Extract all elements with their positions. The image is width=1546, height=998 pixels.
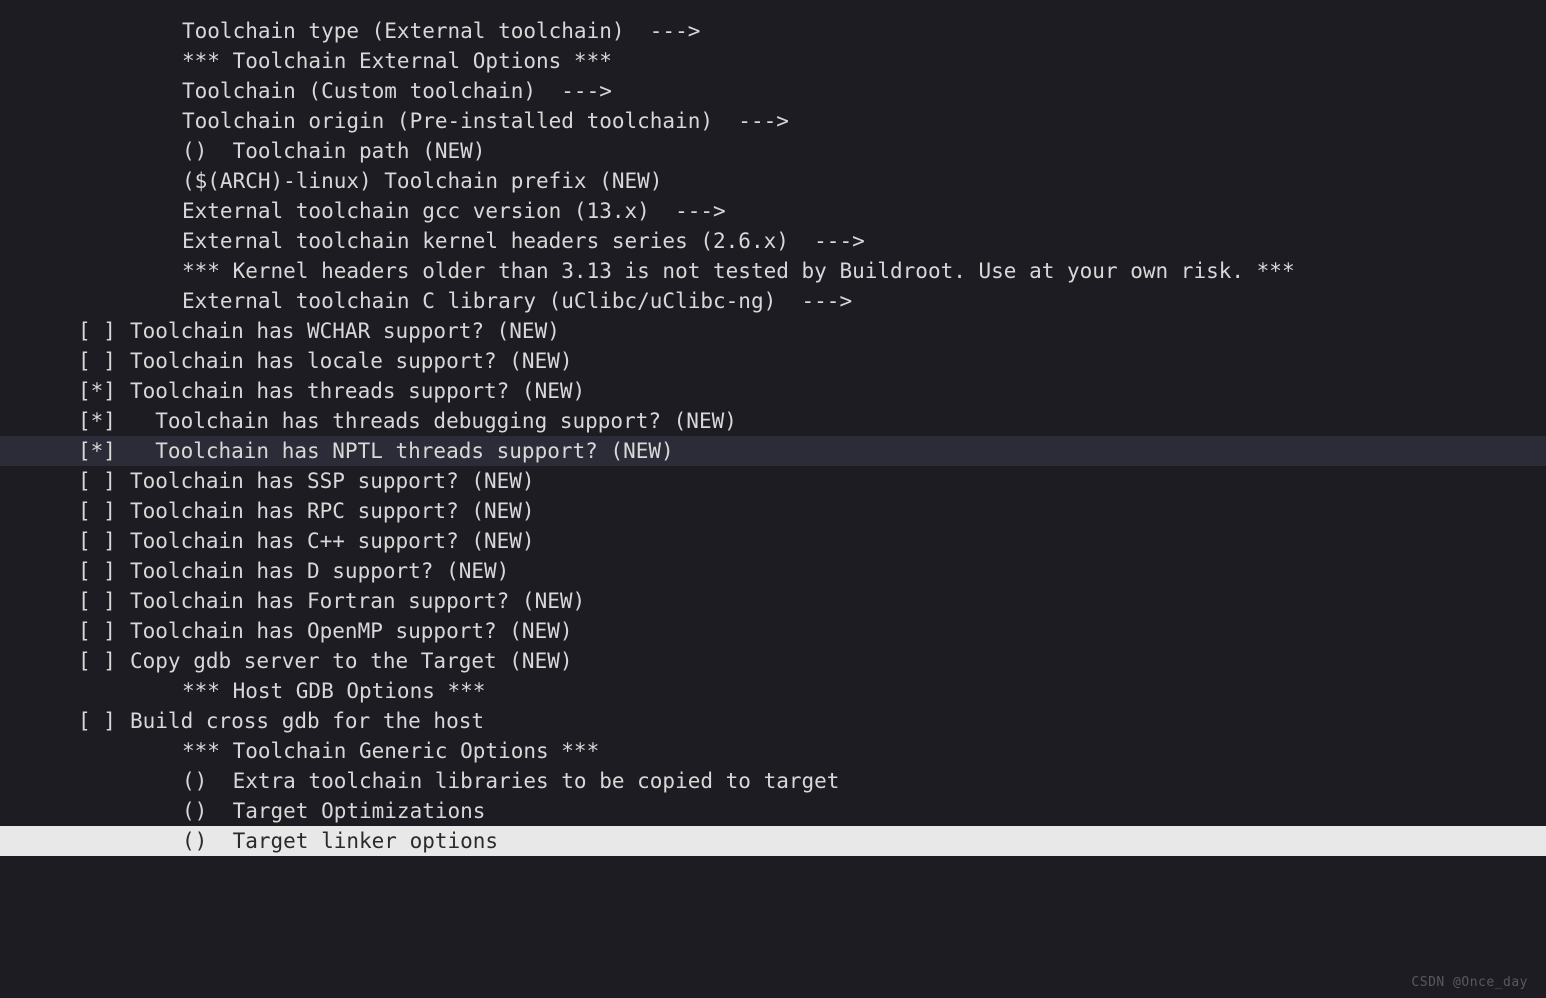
menu-line[interactable]: *** Toolchain External Options *** [0, 46, 1546, 76]
menu-item-label: () Target linker options [182, 829, 498, 853]
menu-item-label: () Target Optimizations [182, 799, 485, 823]
menu-line[interactable]: [ ]Toolchain has RPC support? (NEW) [0, 496, 1546, 526]
checkbox-checked-icon[interactable]: [*] [78, 436, 130, 466]
menu-item-label: Toolchain has threads debugging support?… [130, 409, 737, 433]
menu-line[interactable]: External toolchain gcc version (13.x) --… [0, 196, 1546, 226]
menu-line[interactable]: External toolchain kernel headers series… [0, 226, 1546, 256]
checkbox-empty-icon[interactable]: [ ] [78, 346, 130, 376]
menu-item-label: Toolchain (Custom toolchain) ---> [182, 79, 612, 103]
menu-line[interactable]: [ ]Toolchain has OpenMP support? (NEW) [0, 616, 1546, 646]
checkbox-empty-icon[interactable]: [ ] [78, 496, 130, 526]
checkbox-empty-icon[interactable]: [ ] [78, 646, 130, 676]
checkbox-empty-icon[interactable]: [ ] [78, 706, 130, 736]
menu-item-label: *** Kernel headers older than 3.13 is no… [182, 259, 1295, 283]
menu-line[interactable]: () Target Optimizations [0, 796, 1546, 826]
watermark: CSDN @Once_day [1411, 975, 1528, 990]
menu-line[interactable]: () Target linker options [0, 826, 1546, 856]
menu-item-label: () Toolchain path (NEW) [182, 139, 485, 163]
menu-item-label: () Extra toolchain libraries to be copie… [182, 769, 839, 793]
menu-line[interactable]: [*] Toolchain has threads debugging supp… [0, 406, 1546, 436]
menu-item-label: Toolchain has WCHAR support? (NEW) [130, 319, 560, 343]
menu-item-label: Toolchain has threads support? (NEW) [130, 379, 585, 403]
menu-line[interactable]: Toolchain origin (Pre-installed toolchai… [0, 106, 1546, 136]
menu-item-label: External toolchain C library (uClibc/uCl… [182, 289, 852, 313]
menu-line[interactable]: [ ]Toolchain has locale support? (NEW) [0, 346, 1546, 376]
menu-item-label: Toolchain type (External toolchain) ---> [182, 19, 700, 43]
menu-line[interactable]: *** Host GDB Options *** [0, 676, 1546, 706]
menu-item-label: Copy gdb server to the Target (NEW) [130, 649, 573, 673]
menu-line[interactable]: [ ]Toolchain has C++ support? (NEW) [0, 526, 1546, 556]
menu-item-label: External toolchain gcc version (13.x) --… [182, 199, 726, 223]
menu-line[interactable]: [ ]Build cross gdb for the host [0, 706, 1546, 736]
menu-line[interactable]: Toolchain type (External toolchain) ---> [0, 16, 1546, 46]
menu-item-label: External toolchain kernel headers series… [182, 229, 865, 253]
menu-line[interactable]: [ ]Toolchain has WCHAR support? (NEW) [0, 316, 1546, 346]
checkbox-checked-icon[interactable]: [*] [78, 406, 130, 436]
menu-item-label: Toolchain has RPC support? (NEW) [130, 499, 535, 523]
menuconfig-screen: Toolchain type (External toolchain) --->… [0, 0, 1546, 856]
menu-item-label: *** Toolchain Generic Options *** [182, 739, 599, 763]
menu-line[interactable]: ($(ARCH)-linux) Toolchain prefix (NEW) [0, 166, 1546, 196]
menu-item-label: Toolchain origin (Pre-installed toolchai… [182, 109, 789, 133]
menu-item-label: Toolchain has Fortran support? (NEW) [130, 589, 585, 613]
menu-item-label: ($(ARCH)-linux) Toolchain prefix (NEW) [182, 169, 662, 193]
checkbox-empty-icon[interactable]: [ ] [78, 616, 130, 646]
checkbox-empty-icon[interactable]: [ ] [78, 316, 130, 346]
menu-line[interactable]: *** Toolchain Generic Options *** [0, 736, 1546, 766]
menu-item-label: *** Toolchain External Options *** [182, 49, 612, 73]
menu-line[interactable]: [ ]Toolchain has SSP support? (NEW) [0, 466, 1546, 496]
menu-line[interactable]: Toolchain (Custom toolchain) ---> [0, 76, 1546, 106]
menu-line[interactable]: *** Kernel headers older than 3.13 is no… [0, 256, 1546, 286]
checkbox-empty-icon[interactable]: [ ] [78, 556, 130, 586]
checkbox-empty-icon[interactable]: [ ] [78, 526, 130, 556]
menu-line[interactable]: () Toolchain path (NEW) [0, 136, 1546, 166]
menu-item-label: *** Host GDB Options *** [182, 679, 485, 703]
menu-item-label: Toolchain has locale support? (NEW) [130, 349, 573, 373]
menu-item-label: Toolchain has OpenMP support? (NEW) [130, 619, 573, 643]
menu-item-label: Toolchain has D support? (NEW) [130, 559, 509, 583]
menu-line[interactable]: [*]Toolchain has threads support? (NEW) [0, 376, 1546, 406]
menu-item-label: Build cross gdb for the host [130, 709, 484, 733]
menu-line[interactable]: [ ]Toolchain has Fortran support? (NEW) [0, 586, 1546, 616]
menu-line[interactable]: External toolchain C library (uClibc/uCl… [0, 286, 1546, 316]
menu-item-label: Toolchain has C++ support? (NEW) [130, 529, 535, 553]
menu-line[interactable]: [ ]Toolchain has D support? (NEW) [0, 556, 1546, 586]
menu-item-label: Toolchain has SSP support? (NEW) [130, 469, 535, 493]
menu-item-label: Toolchain has NPTL threads support? (NEW… [130, 439, 674, 463]
checkbox-empty-icon[interactable]: [ ] [78, 586, 130, 616]
checkbox-checked-icon[interactable]: [*] [78, 376, 130, 406]
menu-line[interactable]: [ ]Copy gdb server to the Target (NEW) [0, 646, 1546, 676]
menu-line[interactable]: () Extra toolchain libraries to be copie… [0, 766, 1546, 796]
checkbox-empty-icon[interactable]: [ ] [78, 466, 130, 496]
menu-line[interactable]: [*] Toolchain has NPTL threads support? … [0, 436, 1546, 466]
